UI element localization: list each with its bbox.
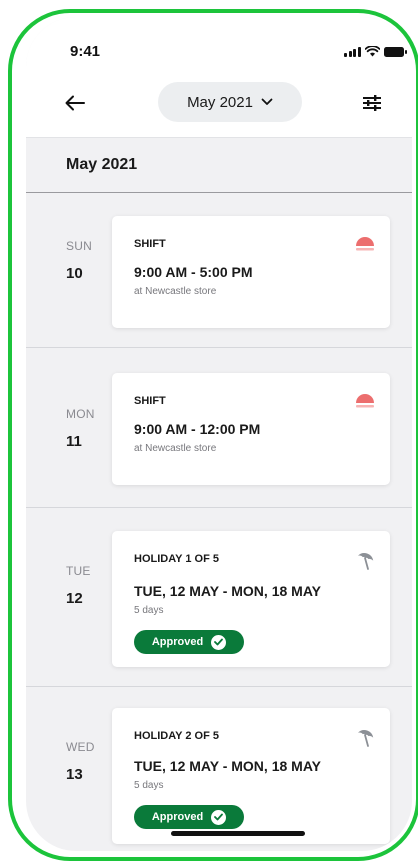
approved-status-badge: Approved <box>134 630 244 654</box>
card-time: 9:00 AM - 5:00 PM <box>134 264 253 280</box>
card-time: 9:00 AM - 12:00 PM <box>134 421 261 437</box>
day-number: 11 <box>66 433 82 450</box>
month-section-header: May 2021 <box>26 137 412 193</box>
card-duration: 5 days <box>134 780 164 791</box>
card-kind: HOLIDAY 2 OF 5 <box>134 730 219 742</box>
section-title: May 2021 <box>66 156 138 173</box>
day-of-week: SUN <box>66 239 92 253</box>
shift-card[interactable]: SHIFT 9:00 AM - 12:00 PM at Newcastle st… <box>112 373 390 485</box>
holiday-card[interactable]: HOLIDAY 2 OF 5 TUE, 12 MAY - MON, 18 MAY… <box>112 708 390 844</box>
day-number: 10 <box>66 265 83 282</box>
top-bar: 9:41 May 2021 <box>26 17 412 137</box>
day-label: TUE 12 <box>66 564 106 607</box>
day-of-week: WED <box>66 740 95 754</box>
holiday-card[interactable]: HOLIDAY 1 OF 5 TUE, 12 MAY - MON, 18 MAY… <box>112 531 390 667</box>
day-label: MON 11 <box>66 407 106 450</box>
card-kind: SHIFT <box>134 238 166 250</box>
sunset-icon <box>356 237 374 251</box>
sunset-icon <box>356 394 374 408</box>
day-row-mon-11: MON 11 SHIFT 9:00 AM - 12:00 PM at Newca… <box>26 349 412 508</box>
back-arrow-icon[interactable] <box>64 94 86 112</box>
day-row-sun-10: SUN 10 SHIFT 9:00 AM - 5:00 PM at Newcas… <box>26 194 412 348</box>
umbrella-icon <box>358 553 374 570</box>
card-kind: HOLIDAY 1 OF 5 <box>134 553 219 565</box>
check-circle-icon <box>211 809 227 825</box>
chevron-down-icon <box>261 98 273 105</box>
card-kind: SHIFT <box>134 395 166 407</box>
status-icons <box>344 45 407 57</box>
filter-sliders-icon[interactable] <box>362 94 382 112</box>
day-number: 12 <box>66 590 83 607</box>
home-indicator[interactable] <box>171 831 305 836</box>
frame-gap <box>130 18 148 28</box>
cellular-signal-icon <box>344 47 361 57</box>
day-label: WED 13 <box>66 740 106 783</box>
card-location: at Newcastle store <box>134 286 217 297</box>
phone-frame: 9:41 May 2021 May 2021 SUN 10 SHIFT 9:00… <box>8 9 418 861</box>
shift-card[interactable]: SHIFT 9:00 AM - 5:00 PM at Newcastle sto… <box>112 216 390 328</box>
card-location: at Newcastle store <box>134 443 217 454</box>
badge-label: Approved <box>151 636 204 648</box>
day-label: SUN 10 <box>66 239 106 282</box>
day-row-tue-12: TUE 12 HOLIDAY 1 OF 5 TUE, 12 MAY - MON,… <box>26 509 412 687</box>
month-selector-label: May 2021 <box>187 93 253 111</box>
day-number: 13 <box>66 766 83 783</box>
badge-label: Approved <box>151 811 204 823</box>
day-row-wed-13: WED 13 HOLIDAY 2 OF 5 TUE, 12 MAY - MON,… <box>26 688 412 851</box>
day-of-week: MON <box>66 407 95 421</box>
wifi-icon <box>364 46 380 57</box>
card-date-range: TUE, 12 MAY - MON, 18 MAY <box>134 583 321 599</box>
day-of-week: TUE <box>66 564 91 578</box>
check-circle-icon <box>211 634 227 650</box>
status-bar: 9:41 <box>26 17 412 67</box>
umbrella-icon <box>358 730 374 747</box>
card-date-range: TUE, 12 MAY - MON, 18 MAY <box>134 758 321 774</box>
approved-status-badge: Approved <box>134 805 244 829</box>
battery-icon <box>383 47 407 57</box>
month-selector[interactable]: May 2021 <box>158 82 302 122</box>
app-screen: 9:41 May 2021 May 2021 SUN 10 SHIFT 9:00… <box>26 17 412 851</box>
card-duration: 5 days <box>134 605 164 616</box>
navigation-bar: May 2021 <box>26 82 412 124</box>
status-time: 9:41 <box>70 43 101 60</box>
